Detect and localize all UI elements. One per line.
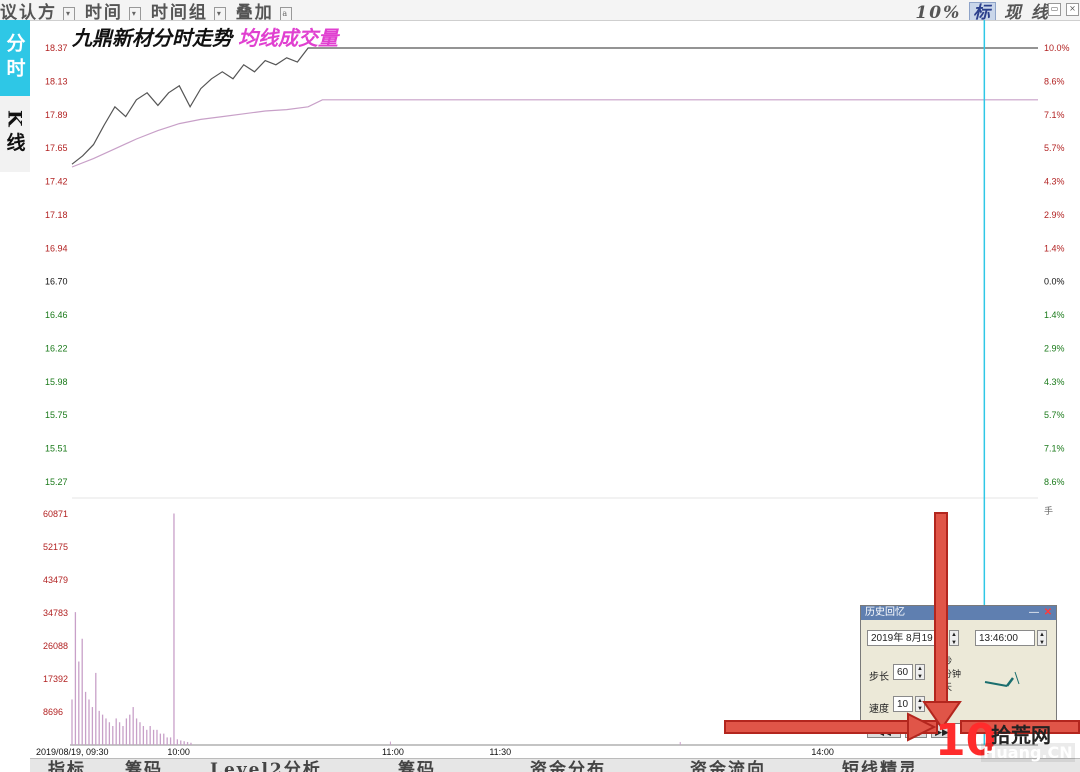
volume-unit-label: 手 (1044, 505, 1053, 516)
percent-tick-label: 0.0% (1044, 277, 1065, 287)
watermark-en: Huang.CN (981, 743, 1075, 762)
average-line (71, 99, 1038, 168)
price-tick-label: 16.22 (45, 343, 68, 353)
price-tick-label: 17.89 (45, 110, 68, 120)
watermark: 10 拾荒网 Huang.CN (935, 715, 1075, 767)
price-tick-label: 17.42 (45, 177, 68, 187)
price-tick-label: 18.13 (45, 76, 68, 86)
time-axis-label: 2019/08/19, 09:30 (36, 747, 109, 757)
volume-tick-label: 17392 (43, 674, 68, 684)
tab-fund-flow[interactable]: 资金流向 (690, 759, 766, 772)
time-spinner[interactable]: ▲ ▼ (1037, 630, 1047, 646)
clock-icon (984, 671, 1020, 687)
percent-tick-label: 5.7% (1044, 143, 1065, 153)
tab-chips[interactable]: 筹码 (125, 759, 163, 772)
volume-tick-label: 8696 (43, 707, 63, 717)
tab-level2[interactable]: Level2分析 (210, 759, 322, 772)
time-axis-label: 10:00 (167, 747, 190, 757)
percent-tick-label: 2.9% (1044, 343, 1065, 353)
price-tick-label: 15.27 (45, 477, 68, 487)
percent-tick-label: 10.0% (1044, 43, 1070, 53)
price-tick-label: 17.65 (45, 143, 68, 153)
percent-tick-label: 7.1% (1044, 110, 1065, 120)
price-line (71, 47, 1038, 165)
price-tick-label: 18.37 (45, 43, 68, 53)
percent-tick-label: 8.6% (1044, 76, 1065, 86)
date-spinner[interactable]: ▲ ▼ (949, 630, 959, 646)
volume-tick-label: 52175 (43, 542, 68, 552)
chart-title-main: 九鼎新材分时走势 (72, 26, 232, 50)
time-input[interactable]: 13:46:00 (975, 630, 1035, 646)
volume-tick-label: 26088 (43, 641, 68, 651)
time-axis-label: 11:00 (382, 747, 404, 757)
close-icon[interactable]: ✕ (1042, 606, 1054, 620)
watermark-logo-icon: 10 (935, 715, 997, 766)
price-tick-label: 16.70 (45, 277, 68, 287)
time-axis-label: 11:30 (489, 747, 511, 757)
volume-tick-label: 60871 (43, 509, 68, 519)
percent-tick-label: 4.3% (1044, 177, 1065, 187)
tab-indicator[interactable]: 指标 (48, 759, 86, 772)
chart-title-accent: 均线成交量 (238, 26, 338, 50)
price-tick-label: 17.18 (45, 210, 68, 220)
speed-label: 速度 (869, 704, 889, 715)
chart-title: 九鼎新材分时走势 均线成交量 (72, 22, 338, 51)
minimize-icon[interactable]: — (1028, 606, 1040, 620)
price-tick-label: 16.94 (45, 243, 68, 253)
dialog-titlebar[interactable]: 历史回忆 — ✕ (861, 606, 1056, 620)
arrow-vertical (934, 512, 948, 718)
speed-input[interactable]: 10 (893, 696, 913, 712)
tab-chips-2[interactable]: 筹码 (398, 759, 436, 772)
tab-fund-distribution[interactable]: 资金分布 (530, 759, 606, 772)
volume-tick-label: 34783 (43, 608, 68, 618)
percent-tick-label: 2.9% (1044, 210, 1065, 220)
percent-tick-label: 1.4% (1044, 243, 1065, 253)
step-label: 步长 (869, 672, 889, 683)
volume-tick-label: 43479 (43, 575, 68, 585)
price-tick-label: 15.51 (45, 444, 68, 454)
time-axis-label: 14:00 (811, 747, 834, 757)
bottom-tab-bar: 指标 筹码 Level2分析 筹码 资金分布 资金流向 短线精灵 (30, 758, 1080, 772)
step-input[interactable]: 60 (893, 664, 913, 680)
percent-tick-label: 5.7% (1044, 410, 1065, 420)
arrow-right-head-icon (907, 712, 936, 742)
price-tick-label: 15.75 (45, 410, 68, 420)
tab-short-term[interactable]: 短线精灵 (842, 759, 918, 772)
percent-tick-label: 8.6% (1044, 477, 1065, 487)
step-spinner[interactable]: ▲ ▼ (915, 664, 925, 680)
price-tick-label: 15.98 (45, 377, 68, 387)
percent-tick-label: 7.1% (1044, 444, 1065, 454)
percent-tick-label: 1.4% (1044, 310, 1065, 320)
percent-tick-label: 4.3% (1044, 377, 1065, 387)
dialog-title: 历史回忆 (865, 607, 905, 618)
price-tick-label: 16.46 (45, 310, 68, 320)
